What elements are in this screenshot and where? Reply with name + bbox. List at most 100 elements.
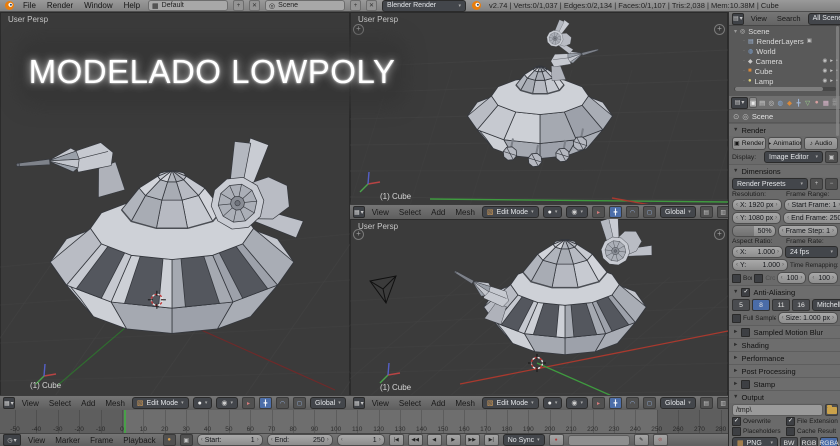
menu-help[interactable]: Help xyxy=(121,1,143,10)
viewport-bottom-right-menu-add[interactable]: Add xyxy=(428,399,448,408)
sync-mode-select[interactable]: No Sync ▾ xyxy=(502,434,545,446)
panel-output[interactable]: ▼ Output xyxy=(729,390,840,403)
timeline-menu-playback[interactable]: Playback xyxy=(120,436,158,445)
outliner-item-renderlayers[interactable]: · ▤ RenderLayers ▣ xyxy=(729,36,840,46)
viewport-top-right-scale-manipulator-button[interactable]: ◻ xyxy=(642,206,656,218)
prev-keyframe-button[interactable]: ◀◀ xyxy=(407,434,423,446)
region-expand-icon[interactable]: + xyxy=(353,229,364,240)
panel-checkbox[interactable]: ✓ xyxy=(741,287,751,297)
viewport-top-right-pointer-button[interactable]: ▸ xyxy=(591,206,605,218)
current-frame-field[interactable]: ‹ 1 › xyxy=(336,434,385,446)
viewport-top-right-shading-select[interactable]: ● ▾ xyxy=(542,206,563,218)
aa-samples-11-button[interactable]: 11 xyxy=(772,299,790,311)
viewport-left-menu-view[interactable]: View xyxy=(19,399,42,408)
timeline-menu-view[interactable]: View xyxy=(25,436,48,445)
outliner-item-camera[interactable]: ·◆Camera◉▸▪ xyxy=(729,56,840,66)
viewport-top-right[interactable]: User Persp (1) Cube + + ▦ ▾ View Select Add M… xyxy=(350,12,728,219)
preset-remove-button[interactable]: − xyxy=(825,178,838,190)
panel-render[interactable]: ▼ Render xyxy=(729,123,840,136)
outliner-filter-select[interactable]: All Scenes xyxy=(807,12,840,25)
channels-rgb-button[interactable]: RGB xyxy=(800,437,818,446)
panel-stamp[interactable]: ► Stamp xyxy=(729,377,840,390)
aa-filter-select[interactable]: Mitchell-Netravali▾ xyxy=(812,299,840,311)
viewport-left-shading-select[interactable]: ● ▾ xyxy=(192,397,213,409)
resolution-percentage-slider[interactable]: 50% xyxy=(732,225,776,237)
remove-keying-set-button[interactable]: ⊘ xyxy=(652,434,668,446)
panel-checkbox[interactable] xyxy=(741,327,751,337)
render-engine-select[interactable]: Blender Render ▾ xyxy=(382,0,467,12)
viewport-bottom-right-rotate-manipulator-button[interactable]: ◠ xyxy=(625,397,639,409)
panel-sampled-motion-blur[interactable]: ► Sampled Motion Blur xyxy=(729,325,840,338)
viewport-bottom-right-canvas[interactable] xyxy=(350,219,728,396)
viewport-bottom-right-pointer-button[interactable]: ▸ xyxy=(591,397,605,409)
placeholders-checkbox[interactable]: Placeholders xyxy=(732,427,784,436)
current-frame-line[interactable] xyxy=(124,410,127,433)
scene-selector[interactable]: ◎ Scene xyxy=(265,0,346,11)
jump-start-button[interactable]: |◀ xyxy=(388,434,404,446)
tab-render[interactable]: ▣ xyxy=(749,97,758,108)
panel-anti-aliasing[interactable]: ▼ ✓ Anti-Aliasing xyxy=(729,285,840,298)
timeline-menu-frame[interactable]: Frame xyxy=(87,436,116,445)
viewport-left-translate-manipulator-button[interactable]: ╋ xyxy=(258,397,272,409)
menu-render[interactable]: Render xyxy=(44,1,76,10)
viewport-left-pivot-select[interactable]: ◉ ▾ xyxy=(216,397,238,409)
preset-add-button[interactable]: + xyxy=(810,178,823,190)
outliner-h-scrollbar[interactable] xyxy=(734,87,836,91)
file-extensions-checkbox[interactable]: ✓ File Extensions xyxy=(786,417,838,426)
frame-rate-select[interactable]: 24 fps ▾ xyxy=(785,246,838,258)
viewport-left-mode-select[interactable]: ▧ Edit Mode ▾ xyxy=(131,397,189,409)
selectability-arrow-icon[interactable]: ▸ xyxy=(830,78,833,84)
viewport-top-right-menu-mesh[interactable]: Mesh xyxy=(452,208,478,217)
file-format-select[interactable]: ▦ PNG ▾ xyxy=(732,437,778,446)
tab-scene[interactable]: ◎ xyxy=(767,97,775,108)
region-expand-icon[interactable]: + xyxy=(714,229,725,240)
frame-step-field[interactable]: ‹ Frame Step: 1 › xyxy=(777,225,838,237)
viewport-bottom-right[interactable]: User Persp (1) Cube + + ▦ ▾ View Select Add M… xyxy=(350,219,728,410)
tab-data[interactable]: ▽ xyxy=(804,97,812,108)
resolution-y-field[interactable]: ‹ Y: 1080 px › xyxy=(732,212,782,224)
axis-gizmo[interactable] xyxy=(379,362,401,384)
outliner-item-cube[interactable]: ·■Cube◉▸▪ xyxy=(729,66,840,76)
start-frame-field[interactable]: ‹Start Frame:1› xyxy=(783,199,840,211)
record-button[interactable]: ● xyxy=(548,434,564,446)
crop-checkbox[interactable]: Crop xyxy=(754,273,775,283)
outliner-menu-view[interactable]: View xyxy=(748,14,770,23)
disclosure-triangle-icon[interactable]: ▾ xyxy=(734,28,737,35)
outliner-editor-type-button[interactable]: ▤ ▾ xyxy=(732,12,744,25)
viewport-bottom-right-menu-select[interactable]: Select xyxy=(396,399,424,408)
remap-new-field[interactable]: ‹ 100 › xyxy=(808,272,838,284)
aa-samples-8-button[interactable]: 8 xyxy=(752,299,770,311)
scrollbar-thumb[interactable] xyxy=(735,87,823,91)
browse-folder-button[interactable] xyxy=(825,404,838,416)
viewport-bottom-right-menu-view[interactable]: View xyxy=(369,399,392,408)
viewport-top-right-edge-select-button[interactable]: ▥ xyxy=(716,206,728,218)
region-expand-icon[interactable]: + xyxy=(353,24,364,35)
outliner-item-world[interactable]: · ◍ World xyxy=(729,46,840,56)
screen-layout-selector[interactable]: ▦ Default xyxy=(148,0,229,11)
viewport-bottom-right-translate-manipulator-button[interactable]: ╋ xyxy=(608,397,622,409)
panel-performance[interactable]: ► Performance xyxy=(729,351,840,364)
menu-file[interactable]: File xyxy=(20,1,39,10)
timeline-end-field[interactable]: ‹ End: 250 › xyxy=(266,434,333,446)
preview-range-button[interactable]: ● xyxy=(162,434,176,446)
resolution-x-field[interactable]: ‹ X: 1920 px › xyxy=(732,199,782,211)
panel-checkbox[interactable] xyxy=(741,379,751,389)
region-expand-icon[interactable]: + xyxy=(714,24,725,35)
viewport-bottom-right-pivot-select[interactable]: ◉ ▾ xyxy=(566,397,588,409)
viewport-top-right-vertex-select-button[interactable]: ▤ xyxy=(699,206,713,218)
tab-object[interactable]: ◆ xyxy=(785,97,793,108)
animation-button[interactable]: ▶Animation xyxy=(768,137,802,150)
viewport-bottom-right-orientation-select[interactable]: Global ▾ xyxy=(659,397,696,409)
tab-material[interactable]: ● xyxy=(813,97,821,108)
viewport-left-pointer-button[interactable]: ▸ xyxy=(241,397,255,409)
timeline-menu-marker[interactable]: Marker xyxy=(52,436,83,445)
axis-gizmo[interactable] xyxy=(359,171,381,193)
viewport-top-right-translate-manipulator-button[interactable]: ╋ xyxy=(608,206,622,218)
selectability-arrow-icon[interactable]: ▸ xyxy=(830,58,833,64)
render-presets-select[interactable]: Render Presets ▾ xyxy=(732,178,808,190)
visibility-eye-icon[interactable]: ◉ xyxy=(822,68,827,74)
display-select[interactable]: Image Editor ▾ xyxy=(764,151,823,163)
viewport-left-orientation-select[interactable]: Global ▾ xyxy=(309,397,346,409)
play-button[interactable]: ▶ xyxy=(445,434,461,446)
viewport-left-scale-manipulator-button[interactable]: ◻ xyxy=(292,397,306,409)
